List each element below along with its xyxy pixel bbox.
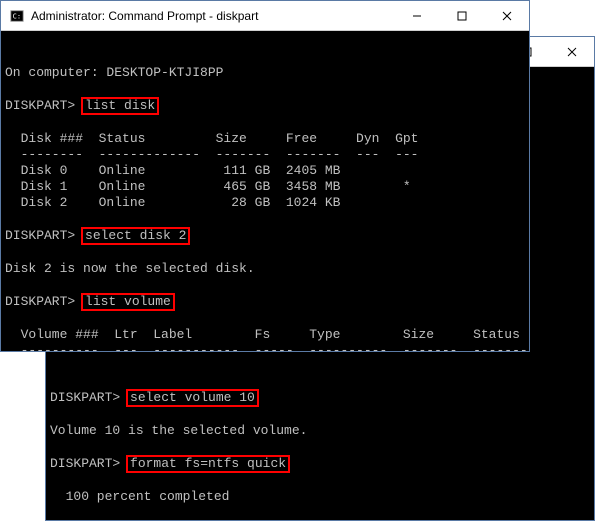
prompt-line: DISKPART> select volume 10 xyxy=(50,389,590,407)
prompt-line: DISKPART> format fs=ntfs quick xyxy=(50,455,590,473)
terminal-front[interactable]: On computer: DESKTOP-KTJI8PP DISKPART> l… xyxy=(1,31,529,351)
cmd-list-volume: list volume xyxy=(81,293,175,311)
msg-selected-disk: Disk 2 is now the selected disk. xyxy=(5,261,525,277)
prompt-line: DISKPART> select disk 2 xyxy=(5,227,525,245)
volume-table-header: Volume ### Ltr Label Fs Type Size Status… xyxy=(5,327,525,343)
disk-table-divider: -------- ------------- ------- ------- -… xyxy=(5,147,525,163)
volume-table-divider: ---------- --- ----------- ----- -------… xyxy=(5,343,525,351)
disk-table-row: Disk 2 Online 28 GB 1024 KB xyxy=(5,195,525,211)
close-button[interactable] xyxy=(549,37,594,66)
disk-table-row: Disk 0 Online 111 GB 2405 MB xyxy=(5,163,525,179)
maximize-button[interactable] xyxy=(439,1,484,30)
close-button[interactable] xyxy=(484,1,529,30)
msg-progress: 100 percent completed xyxy=(50,489,590,505)
cmd-icon: C: xyxy=(9,8,25,24)
cmd-window-front: C: Administrator: Command Prompt - diskp… xyxy=(0,0,530,352)
cmd-select-volume: select volume 10 xyxy=(126,389,259,407)
disk-table-row: Disk 1 Online 465 GB 3458 MB * xyxy=(5,179,525,195)
cmd-format: format fs=ntfs quick xyxy=(126,455,290,473)
prompt-line: DISKPART> list volume xyxy=(5,293,525,311)
on-computer-label: On computer: DESKTOP-KTJI8PP xyxy=(5,65,525,81)
terminal-front-body: On computer: DESKTOP-KTJI8PP DISKPART> l… xyxy=(5,65,525,351)
msg-selected-volume: Volume 10 is the selected volume. xyxy=(50,423,590,439)
cmd-list-disk: list disk xyxy=(81,97,159,115)
minimize-button[interactable] xyxy=(394,1,439,30)
prompt-line: DISKPART> list disk xyxy=(5,97,525,115)
titlebar-front[interactable]: C: Administrator: Command Prompt - diskp… xyxy=(1,1,529,31)
disk-table-header: Disk ### Status Size Free Dyn Gpt xyxy=(5,131,525,147)
window-title-front: Administrator: Command Prompt - diskpart xyxy=(31,9,394,23)
svg-text:C:: C: xyxy=(13,12,21,20)
cmd-select-disk: select disk 2 xyxy=(81,227,190,245)
